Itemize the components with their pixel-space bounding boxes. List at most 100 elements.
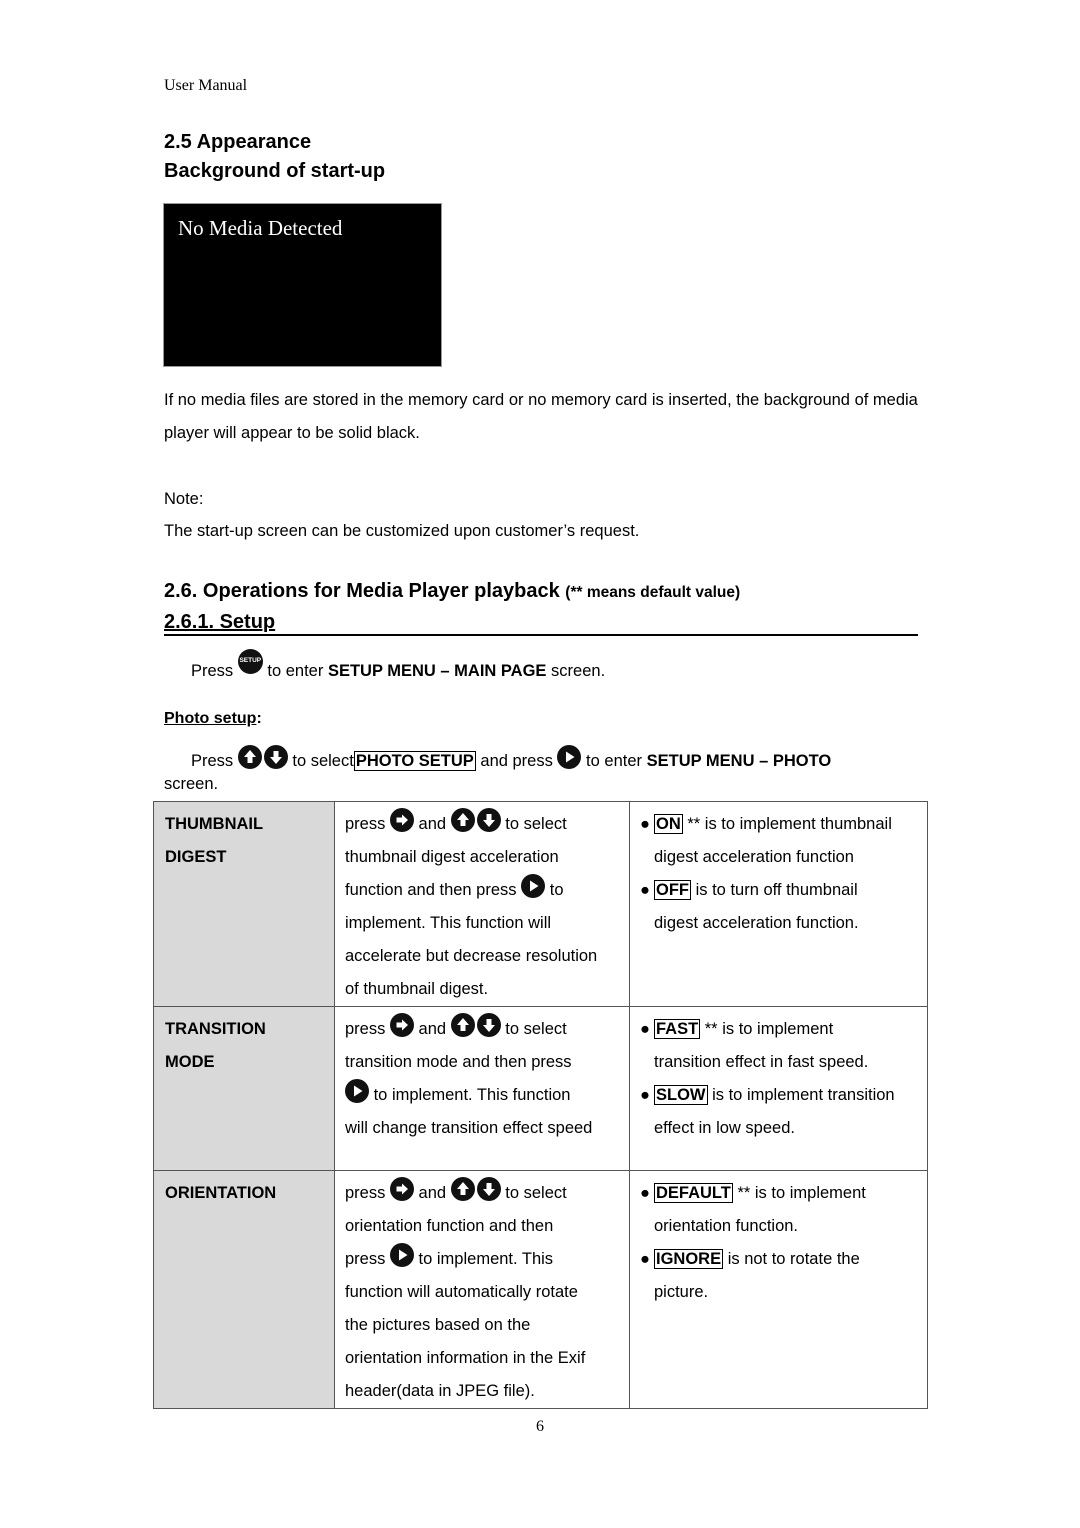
up-arrow-button-icon [237, 745, 262, 769]
screen-suffix: screen. [164, 775, 219, 793]
option-text: orientation function. [654, 1217, 799, 1235]
desc-text: implement. This function will [345, 914, 552, 932]
setup-icon-label: SETUP [239, 657, 262, 664]
to-enter-text: to enter [267, 662, 324, 680]
option-text: is to implement [722, 1020, 834, 1038]
desc-text: function will automatically rotate [345, 1283, 578, 1301]
option-text: picture. [654, 1283, 709, 1301]
press-text: Press [191, 752, 234, 770]
screen-suffix: screen. [551, 662, 606, 680]
option-value: SLOW [654, 1085, 708, 1105]
to-enter-text: to enter [586, 752, 643, 770]
description-cell: press and to select transition mode and … [334, 1006, 630, 1171]
photo-setup-text: Photo setup [164, 710, 257, 727]
desc-text: press [345, 1020, 386, 1038]
description-cell: press and to select thumbnail digest acc… [334, 801, 630, 1007]
right-arrow-button-icon [389, 1177, 414, 1201]
option-text: is to implement [754, 1184, 866, 1202]
option-item: ● SLOW is to implement transition [640, 1085, 895, 1105]
desc-text: and [418, 1184, 447, 1202]
setup-menu-target: SETUP MENU – MAIN PAGE [327, 662, 547, 680]
option-value: IGNORE [654, 1249, 724, 1269]
right-arrow-button-icon [389, 808, 414, 832]
desc-text: to select [505, 1184, 567, 1202]
option-text: is not to rotate the [727, 1250, 860, 1268]
screen-message: No Media Detected [178, 216, 343, 240]
press-text: Press [191, 662, 234, 680]
default-value-note: (** means default value) [565, 584, 741, 601]
desc-text: press [345, 1184, 386, 1202]
desc-text: thumbnail digest acceleration [345, 848, 559, 866]
option-text: digest acceleration function [654, 848, 854, 866]
default-mark: ** [704, 1020, 718, 1038]
option-text: transition effect in fast speed. [654, 1053, 869, 1071]
options-cell: ● DEFAULT ** is to implement orientation … [629, 1170, 928, 1409]
play-button-icon [389, 1243, 414, 1267]
table-row: ORIENTATION press and to select orientat… [153, 1170, 928, 1409]
desc-text: press [345, 815, 386, 833]
option-text: is to implement transition [712, 1086, 895, 1104]
photo-setup-colon: : [256, 710, 262, 727]
startup-screen-image: No Media Detected [163, 203, 442, 367]
description-cell: press and to select orientation function… [334, 1170, 630, 1409]
default-mark: ** [737, 1184, 751, 1202]
options-cell: ● ON ** is to implement thumbnail digest … [629, 801, 928, 1007]
page-number: 6 [536, 1418, 544, 1435]
option-name: THUMBNAIL [165, 815, 264, 833]
option-value: OFF [654, 880, 691, 900]
photo-setup-table: THUMBNAIL DIGEST press and to select thu… [153, 801, 928, 1409]
section-title: 2.5 Appearance [164, 131, 312, 153]
table-row: THUMBNAIL DIGEST press and to select thu… [153, 801, 928, 1007]
setup-subtitle: 2.6.1. Setup [164, 611, 276, 633]
desc-text: press [345, 1250, 386, 1268]
note-label: Note: [164, 490, 204, 508]
desc-text: the pictures based on the [345, 1316, 531, 1334]
play-button-icon [345, 1079, 369, 1103]
option-item: ● DEFAULT ** is to implement [640, 1183, 866, 1203]
play-button-icon [521, 874, 546, 898]
desc-text: to implement. This function [373, 1086, 571, 1104]
setup-instruction: Press SETUP to enter SETUP MENU – MAIN P… [191, 649, 605, 681]
photo-setup-label: Photo setup: [164, 710, 262, 728]
photo-setup-instruction: Press to select PHOTO SETUP and press to … [191, 745, 831, 771]
option-name: MODE [165, 1053, 215, 1071]
desc-text: to [549, 881, 564, 899]
section-2-6-1-heading: 2.6.1. Setup [164, 610, 918, 636]
desc-text: function and then press [345, 881, 517, 899]
option-name-cell: TRANSITION MODE [153, 1006, 335, 1171]
desc-text: orientation function and then [345, 1217, 554, 1235]
to-select-text: to select [292, 752, 354, 770]
option-name: ORIENTATION [165, 1184, 277, 1202]
up-arrow-button-icon [450, 808, 475, 832]
option-name: TRANSITION [165, 1020, 266, 1038]
options-cell: ● FAST ** is to implement transition effe… [629, 1006, 928, 1171]
option-item: ● FAST ** is to implement [640, 1019, 834, 1039]
option-value: ON [654, 814, 683, 834]
desc-text: header(data in JPEG file). [345, 1382, 535, 1400]
desc-text: to select [505, 815, 567, 833]
desc-text: of thumbnail digest. [345, 980, 489, 998]
section-2-6-title: 2.6. Operations for Media Player playbac… [164, 580, 560, 602]
up-arrow-button-icon [450, 1013, 475, 1037]
default-mark: ** [687, 815, 701, 833]
option-value: FAST [654, 1019, 701, 1039]
option-text: digest acceleration function. [654, 914, 859, 932]
desc-text: and [418, 1020, 447, 1038]
section-2-6-heading: 2.6. Operations for Media Player playbac… [164, 580, 740, 603]
desc-text: to select [505, 1020, 567, 1038]
option-text: is to turn off thumbnail [695, 881, 858, 899]
desc-text: orientation information in the Exif [345, 1349, 586, 1367]
running-head: User Manual [164, 77, 248, 94]
option-name: DIGEST [165, 848, 227, 866]
setup-button-icon: SETUP [237, 649, 263, 674]
background-paragraph: If no media files are stored in the memo… [164, 391, 918, 442]
desc-text: will change transition effect speed [345, 1119, 593, 1137]
option-item: ● ON ** is to implement thumbnail [640, 814, 892, 834]
table-row: TRANSITION MODE press and to select tran… [153, 1006, 928, 1171]
option-item: ● IGNORE is not to rotate the [640, 1249, 860, 1269]
photo-menu-target: SETUP MENU – PHOTO [646, 752, 832, 770]
option-name-cell: ORIENTATION [153, 1170, 335, 1409]
option-name-cell: THUMBNAIL DIGEST [153, 801, 335, 1007]
down-arrow-button-icon [476, 1013, 501, 1037]
desc-text: transition mode and then press [345, 1053, 572, 1071]
